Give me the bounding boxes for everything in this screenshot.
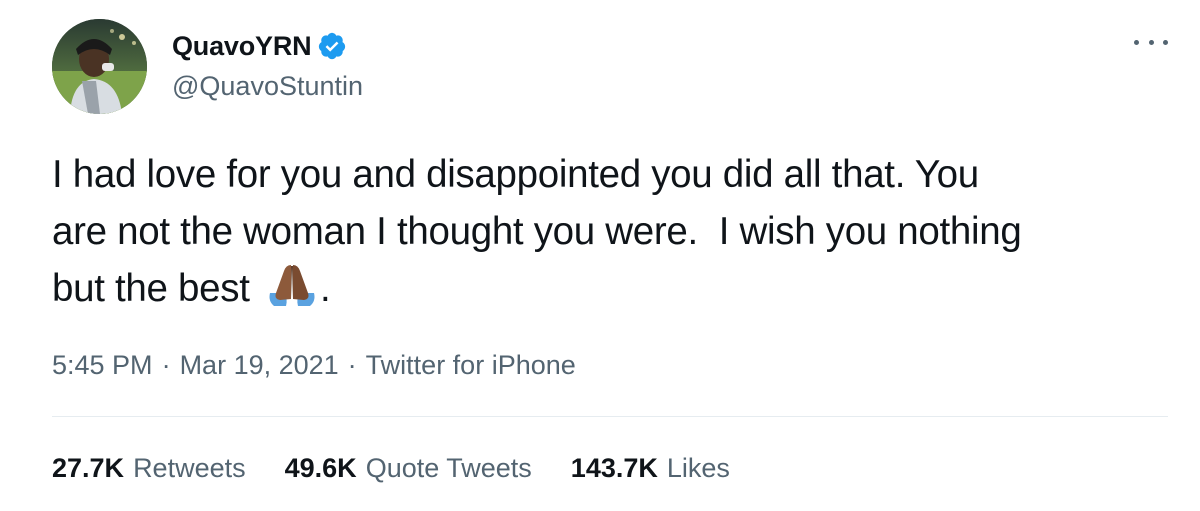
quote-tweets-count: 49.6K: [284, 453, 357, 483]
tweet-text: I had love for you and disappointed you …: [52, 146, 1177, 317]
tweet-card: QuavoYRN @QuavoStuntin I had love for yo…: [0, 0, 1200, 511]
display-name[interactable]: QuavoYRN: [172, 31, 312, 62]
author-name-row[interactable]: QuavoYRN: [172, 29, 347, 63]
retweets-label: Retweets: [133, 453, 246, 483]
more-dot: [1163, 39, 1168, 45]
likes-label: Likes: [666, 453, 730, 483]
tweet-stats: 27.7K Retweets 49.6K Quote Tweets 143.7K…: [52, 453, 769, 484]
avatar[interactable]: [52, 19, 147, 114]
likes-stat[interactable]: 143.7K Likes: [571, 453, 730, 484]
tweet-text-line: I had love for you and disappointed you …: [52, 153, 979, 196]
more-dot: [1148, 39, 1154, 45]
tweet-date[interactable]: Mar 19, 2021: [180, 350, 339, 381]
divider: [52, 416, 1168, 417]
tweet-time[interactable]: 5:45 PM: [52, 350, 153, 381]
avatar-image: [52, 19, 147, 114]
tweet-text-line: .: [320, 267, 331, 310]
folded-hands-emoji-icon: [264, 263, 320, 307]
retweets-stat[interactable]: 27.7K Retweets: [52, 453, 246, 484]
more-dot: [1134, 39, 1139, 45]
quote-tweets-label: Quote Tweets: [365, 453, 532, 483]
meta-separator: ·: [347, 350, 357, 380]
author-handle[interactable]: @QuavoStuntin: [172, 71, 363, 102]
verified-badge-icon: [317, 31, 347, 61]
more-options-icon[interactable]: [1134, 30, 1168, 54]
tweet-text-line: but the best: [52, 267, 261, 310]
tweet-source[interactable]: Twitter for iPhone: [366, 350, 576, 381]
tweet-text-line: are not the woman I thought you were. I …: [52, 210, 1022, 253]
retweets-count: 27.7K: [52, 453, 125, 483]
tweet-meta: 5:45 PM · Mar 19, 2021 · Twitter for iPh…: [52, 350, 576, 381]
quote-tweets-stat[interactable]: 49.6K Quote Tweets: [285, 453, 532, 484]
meta-separator: ·: [161, 350, 171, 380]
likes-count: 143.7K: [570, 453, 658, 483]
